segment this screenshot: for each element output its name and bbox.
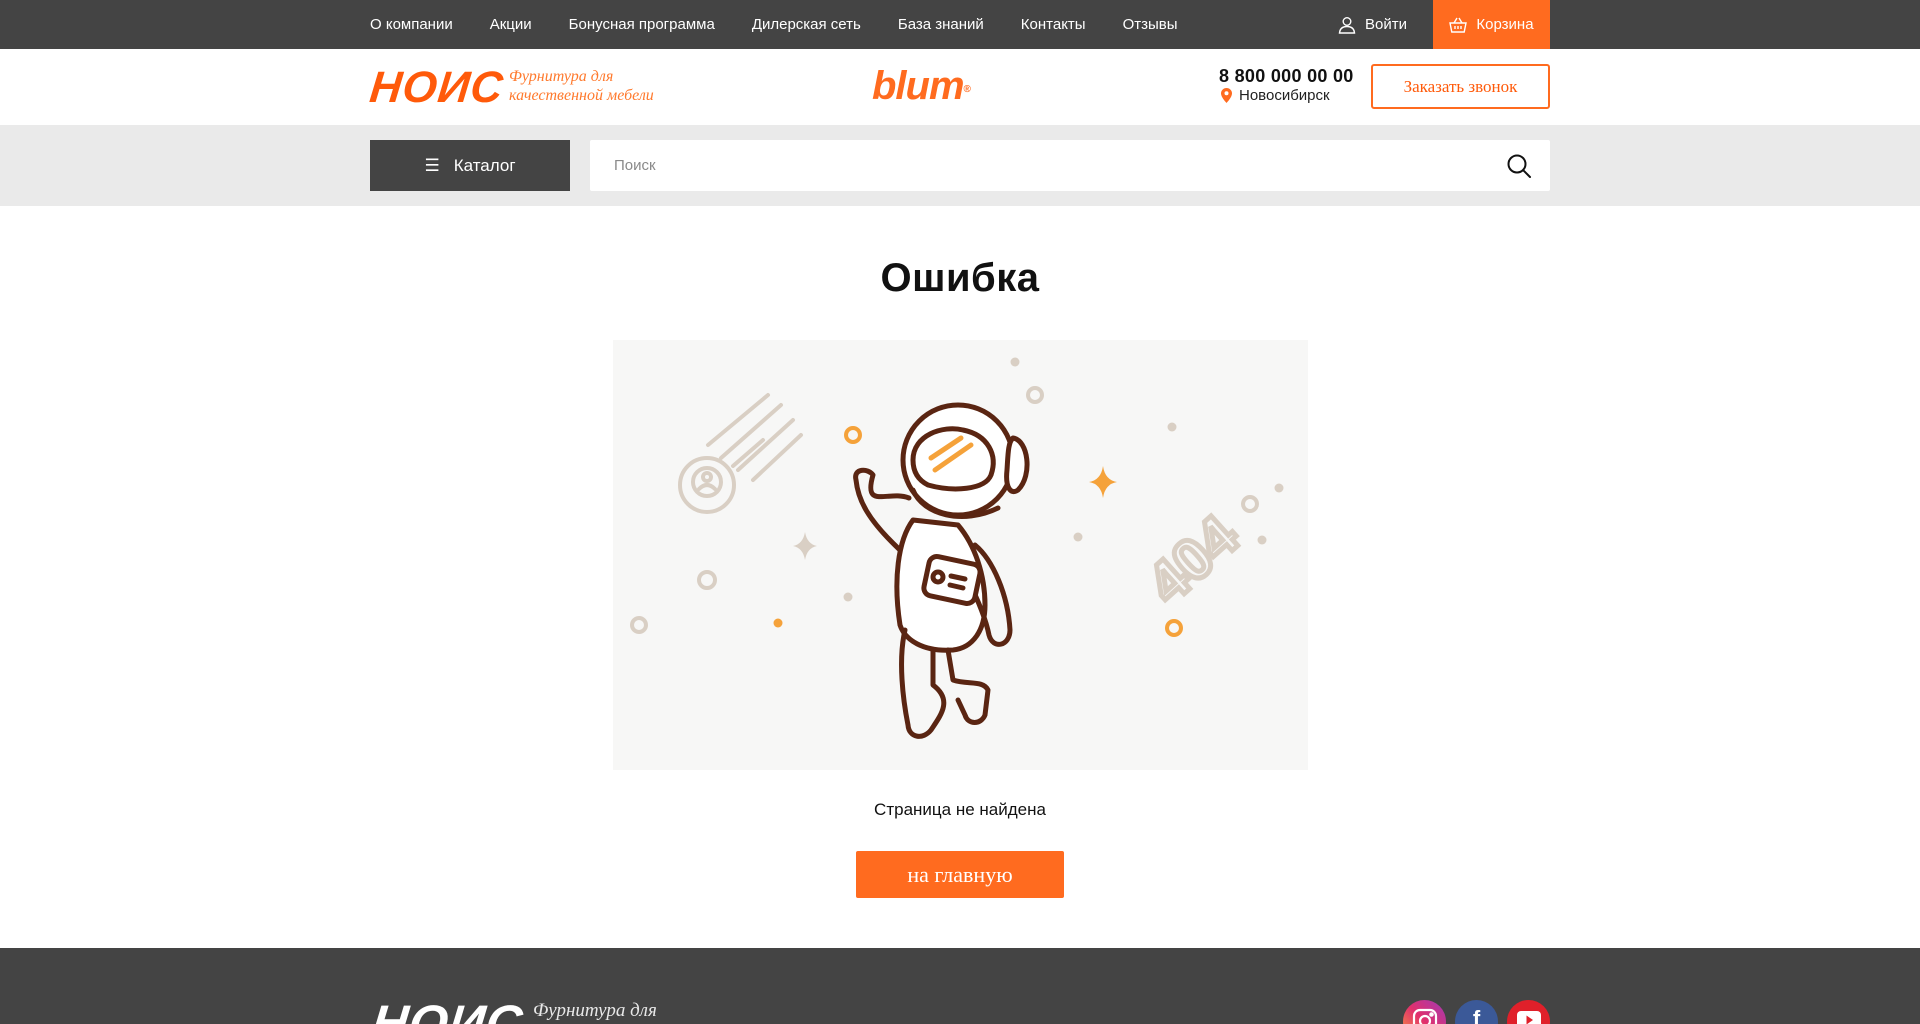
astronaut-illustration-art: 404 [630,357,1284,739]
nav-link-contacts[interactable]: Контакты [1021,16,1086,33]
callback-button[interactable]: Заказать звонок [1371,64,1550,109]
nav-link-promotions[interactable]: Акции [490,16,532,33]
nav-link-bonus-program[interactable]: Бонусная программа [569,16,715,33]
astronaut-404-illustration: 404 [613,340,1308,770]
login-button[interactable]: Войти [1338,0,1407,49]
nav-link-about[interactable]: О компании [370,16,453,33]
top-bar: О компании Акции Бонусная программа Диле… [0,0,1920,49]
search-icon[interactable] [1506,153,1532,179]
not-found-message: Страница не найдена [874,800,1046,819]
cart-button[interactable]: Корзина [1433,0,1550,49]
city-selector[interactable]: Новосибирск [1221,87,1330,104]
facebook-icon[interactable]: f [1455,1000,1498,1024]
phone-number[interactable]: 8 800 000 00 00 [1219,66,1354,87]
cart-label: Корзина [1476,16,1534,33]
youtube-icon[interactable] [1507,1000,1550,1024]
login-label: Войти [1365,16,1407,33]
site-footer: НОИС Фурнитура для f [0,948,1920,1024]
blum-brand-logo[interactable]: blum® [872,64,971,108]
site-tagline: Фурнитура для качественной мебели [509,68,654,104]
home-button[interactable]: на главную [856,851,1064,898]
blum-logo-text: blum [872,64,965,108]
search-box [590,140,1550,191]
city-name: Новосибирск [1239,87,1330,104]
registered-mark: ® [963,84,971,95]
site-header: НОИС Фурнитура для качественной мебели b… [0,49,1920,125]
catalog-label: Каталог [453,155,516,175]
404-decorative-text: 404 [1135,503,1250,616]
menu-icon: ☰ [424,155,440,175]
footer-tagline: Фурнитура для [533,1000,657,1021]
user-icon [1338,16,1356,34]
top-nav: О компании Акции Бонусная программа Диле… [370,0,1215,49]
page-title: Ошибка [880,256,1040,300]
nav-link-knowledge-base[interactable]: База знаний [898,16,984,33]
footer-logo[interactable]: НОИС [369,995,526,1024]
location-pin-icon [1221,88,1232,103]
basket-icon [1449,17,1468,33]
astronaut-figure [853,402,1030,739]
catalog-button[interactable]: ☰ Каталог [370,140,570,191]
site-logo[interactable]: НОИС [367,63,506,112]
search-row: ☰ Каталог [0,125,1920,206]
search-input[interactable] [614,140,1474,191]
meteor-icon [678,393,803,514]
nav-link-dealer-network[interactable]: Дилерская сеть [752,16,861,33]
instagram-icon[interactable] [1403,1000,1446,1024]
nav-link-reviews[interactable]: Отзывы [1123,16,1178,33]
